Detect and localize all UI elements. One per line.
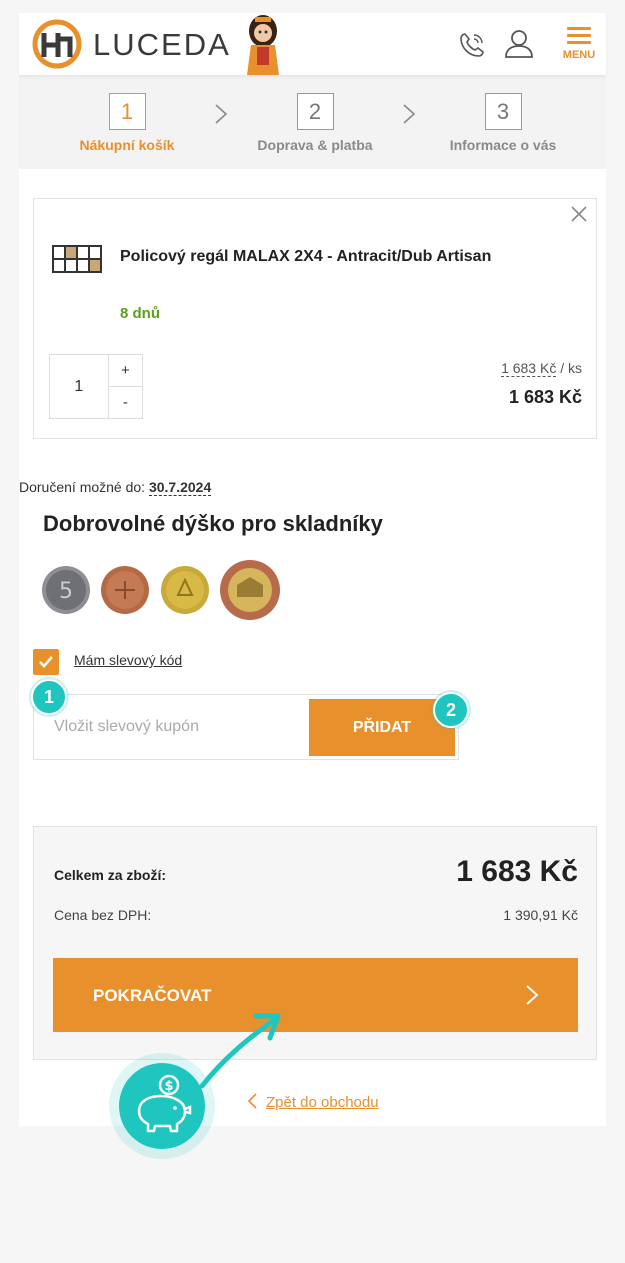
item-total-price: 1 683 Kč	[508, 387, 582, 407]
delivery-label: Doručení možné do:	[19, 479, 149, 495]
discount-checkbox-label[interactable]: Mám slevový kód	[74, 652, 182, 668]
pointer-arrow-icon	[199, 1013, 281, 1089]
chevron-right-icon	[215, 104, 228, 124]
svg-text:$: $	[164, 1079, 173, 1094]
menu-label: MENU	[562, 49, 596, 61]
chevron-left-icon	[247, 1093, 257, 1109]
back-to-shop-link[interactable]: Zpět do obchodu	[246, 1092, 379, 1111]
logo-text[interactable]: LUCEDA	[93, 27, 231, 63]
delivery-date-value: 30.7.2024	[148, 479, 212, 496]
hamburger-icon	[567, 27, 591, 45]
svg-text:5: 5	[59, 579, 73, 604]
phone-icon[interactable]	[457, 30, 487, 60]
step-number: 2	[296, 93, 334, 130]
unit-price-suffix: / ks	[556, 360, 582, 376]
coupon-input[interactable]	[34, 695, 304, 759]
step-number: 1	[108, 93, 146, 130]
delivery-date: Doručení možné do: 30.7.2024	[19, 479, 212, 496]
total-label: Celkem za zboží:	[54, 867, 167, 883]
piggy-bank-badge: $	[109, 1053, 215, 1159]
continue-button[interactable]: POKRAČOVAT	[53, 958, 578, 1032]
step-cart[interactable]: 1 Nákupní košík	[47, 93, 207, 153]
shelf-thumbnail-icon[interactable]	[52, 244, 102, 274]
mascot-illustration-icon	[247, 15, 279, 75]
step-info[interactable]: 3 Informace o vás	[423, 93, 583, 153]
discount-checkbox[interactable]	[33, 649, 59, 675]
unit-price: 1 683 Kč / ks	[501, 360, 582, 377]
piggy-bank-icon: $	[137, 1074, 192, 1133]
chevron-right-icon	[526, 985, 539, 1005]
coupon-form: PŘIDAT	[33, 694, 459, 760]
quantity-stepper: 1 + -	[49, 354, 143, 419]
coin-50-czk-icon[interactable]	[219, 559, 281, 621]
availability-text: 8 dnů	[120, 305, 160, 322]
total-value: 1 683 Kč	[456, 855, 578, 888]
site-header: LUCEDA MENU	[19, 13, 606, 75]
order-summary: Celkem za zboží: 1 683 Kč Cena bez DPH: …	[33, 826, 597, 1060]
product-name[interactable]: Policový regál MALAX 2X4 - Antracit/Dub …	[120, 248, 491, 266]
close-icon[interactable]	[570, 205, 588, 223]
step-shipping[interactable]: 2 Doprava & platba	[235, 93, 395, 153]
vat-label: Cena bez DPH:	[54, 907, 152, 923]
vat-value: 1 390,91 Kč	[503, 907, 578, 923]
annotation-badge-2: 2	[433, 692, 469, 728]
step-number: 3	[484, 93, 522, 130]
chevron-right-icon	[403, 104, 416, 124]
luceda-logo-icon[interactable]	[32, 19, 84, 69]
back-link-label: Zpět do obchodu	[266, 1094, 379, 1111]
coin-5-czk-icon[interactable]: 5	[41, 565, 91, 615]
checkout-steps: 1 Nákupní košík 2 Doprava & platba 3 Inf…	[19, 75, 606, 169]
coin-10-czk-icon[interactable]	[100, 565, 150, 615]
cart-item: Policový regál MALAX 2X4 - Antracit/Dub …	[33, 198, 597, 439]
tip-title: Dobrovolné dýško pro skladníky	[43, 511, 383, 536]
quantity-field[interactable]: 1	[50, 355, 109, 418]
coin-20-czk-icon[interactable]	[160, 565, 210, 615]
quantity-minus-button[interactable]: -	[109, 387, 142, 418]
quantity-plus-button[interactable]: +	[108, 355, 142, 387]
user-account-icon[interactable]	[503, 27, 535, 59]
annotation-badge-1: 1	[31, 679, 67, 715]
step-label: Informace o vás	[449, 137, 557, 153]
checkmark-icon	[39, 656, 53, 668]
step-label: Doprava & platba	[257, 137, 373, 153]
unit-price-value: 1 683 Kč	[501, 360, 557, 377]
page: LUCEDA MENU 1 Nákupní košík 2 Doprava & …	[19, 13, 606, 1159]
step-label: Nákupní košík	[79, 137, 175, 153]
menu-button[interactable]: MENU	[559, 27, 599, 67]
